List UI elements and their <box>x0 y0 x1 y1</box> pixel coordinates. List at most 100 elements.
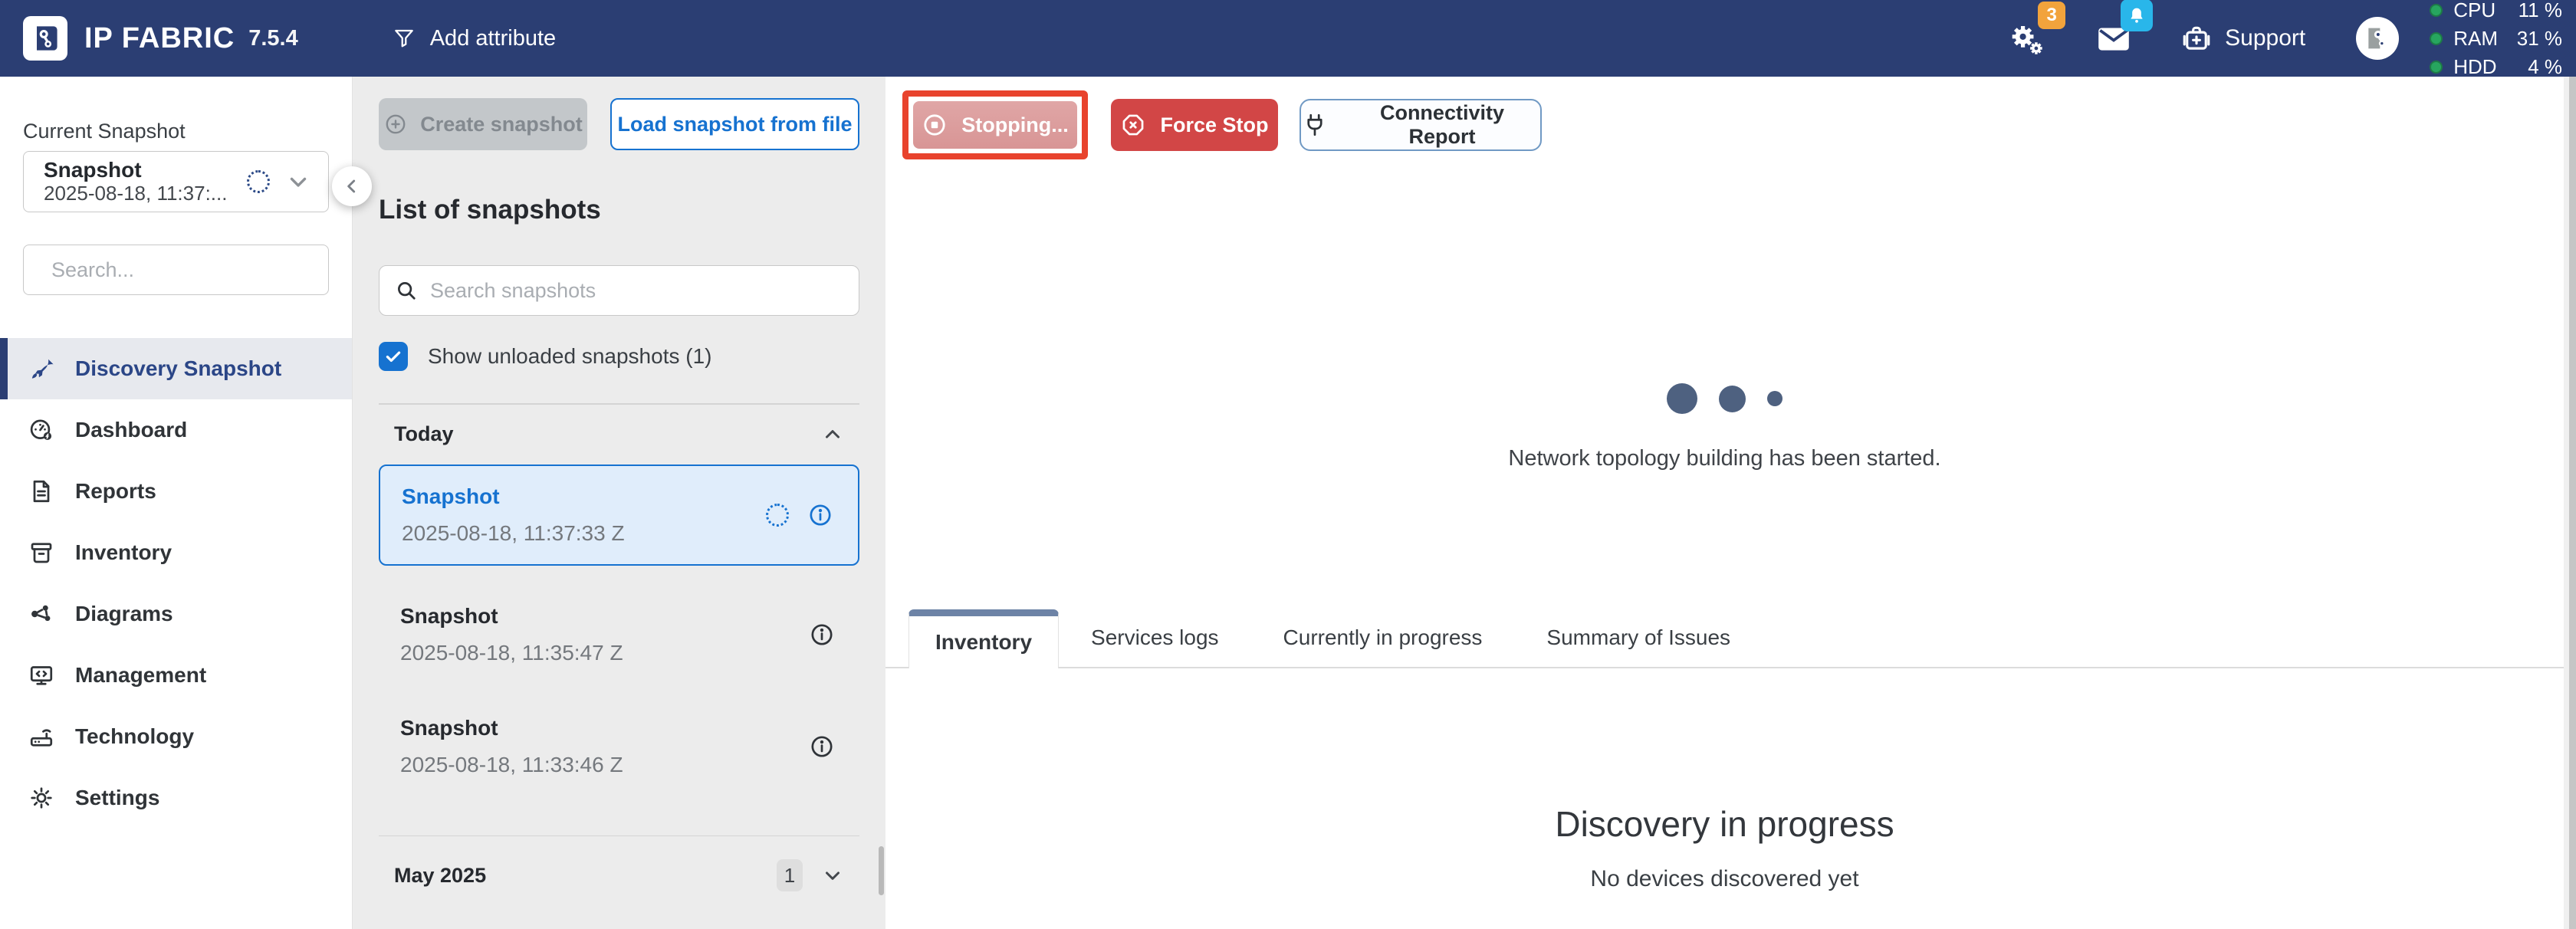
support-label: Support <box>2225 25 2305 51</box>
sidebar-item-label: Reports <box>75 479 156 504</box>
notifications-button[interactable] <box>2095 19 2133 57</box>
group-header-today[interactable]: Today <box>379 409 859 460</box>
sidebar-item-label: Diagrams <box>75 602 173 626</box>
support-button[interactable]: Support <box>2180 22 2305 54</box>
show-unloaded-label: Show unloaded snapshots (1) <box>428 344 711 369</box>
discovery-tabs: Inventory Services logs Currently in pro… <box>886 609 2564 668</box>
tab-currently-in-progress[interactable]: Currently in progress <box>1251 608 1515 667</box>
empty-state-title: Discovery in progress <box>886 803 2564 845</box>
topology-status-message: Network topology building has been start… <box>886 446 2564 471</box>
sidebar-item-label: Settings <box>75 786 159 810</box>
sidebar-item-diagrams[interactable]: Diagrams <box>0 583 352 645</box>
sidebar-item-inventory[interactable]: Inventory <box>0 522 352 583</box>
sidebar-item-management[interactable]: Management <box>0 645 352 706</box>
cpu-label: CPU <box>2453 0 2498 22</box>
ipfabric-logo[interactable] <box>23 16 67 61</box>
tab-label: Services logs <box>1091 625 1219 650</box>
stopping-label: Stopping... <box>961 113 1068 137</box>
force-stop-label: Force Stop <box>1160 113 1268 137</box>
system-settings-button[interactable]: 3 <box>2007 18 2047 58</box>
sidebar-item-settings[interactable]: Settings <box>0 767 352 829</box>
sidebar-item-dashboard[interactable]: Dashboard <box>0 399 352 461</box>
connectivity-report-button[interactable]: Connectivity Report <box>1300 99 1542 151</box>
tab-inventory[interactable]: Inventory <box>909 609 1059 668</box>
loading-spinner-icon <box>247 170 270 193</box>
tab-label: Inventory <box>935 630 1032 655</box>
tab-summary-of-issues[interactable]: Summary of Issues <box>1514 608 1763 667</box>
info-icon[interactable] <box>809 734 835 760</box>
archive-box-icon <box>28 539 55 566</box>
loading-spinner-icon <box>766 504 789 527</box>
sidebar-item-label: Dashboard <box>75 418 187 442</box>
snapshot-list-panel: Create snapshot Load snapshot from file … <box>353 77 886 929</box>
sidebar-search <box>23 245 329 295</box>
info-icon[interactable] <box>807 502 833 528</box>
gear-icon <box>28 784 55 812</box>
snapshot-item-timestamp: 2025-08-18, 11:33:46 Z <box>400 753 838 777</box>
avatar-logo-icon <box>2362 23 2393 54</box>
discovery-actions: Stopping... Force Stop Connectivity Repo… <box>902 90 1542 159</box>
search-icon <box>395 279 418 302</box>
tab-services-logs[interactable]: Services logs <box>1059 608 1251 667</box>
checkbox-checked-icon[interactable] <box>379 342 408 371</box>
sidebar-item-reports[interactable]: Reports <box>0 461 352 522</box>
snapshot-list-item[interactable]: Snapshot 2025-08-18, 11:37:33 Z <box>379 464 859 566</box>
sidebar: Current Snapshot Snapshot 2025-08-18, 11… <box>0 77 353 929</box>
cpu-status-dot <box>2430 4 2443 17</box>
hdd-status-dot <box>2430 61 2443 74</box>
snapshot-item-timestamp: 2025-08-18, 11:35:47 Z <box>400 641 838 665</box>
load-snapshot-button[interactable]: Load snapshot from file <box>610 98 859 150</box>
sidebar-item-technology[interactable]: Technology <box>0 706 352 767</box>
panel-scrollbar-thumb[interactable] <box>879 846 884 895</box>
snapshot-search-input[interactable] <box>430 279 843 303</box>
add-attribute-label: Add attribute <box>430 26 556 51</box>
group-header-may-2025[interactable]: May 2025 1 <box>379 850 859 901</box>
chevron-down-icon[interactable] <box>821 864 844 887</box>
main-content: Stopping... Force Stop Connectivity Repo… <box>886 77 2576 929</box>
page-scrollbar[interactable] <box>2564 77 2576 929</box>
tab-label: Summary of Issues <box>1546 625 1730 650</box>
stopping-button[interactable]: Stopping... <box>913 101 1077 149</box>
current-snapshot-label: Current Snapshot <box>23 120 329 143</box>
monitor-code-icon <box>28 661 55 689</box>
force-stop-button[interactable]: Force Stop <box>1111 99 1278 151</box>
check-icon <box>383 346 403 366</box>
filter-funnel-icon <box>392 26 416 51</box>
info-icon[interactable] <box>809 622 835 648</box>
sidebar-item-label: Inventory <box>75 540 172 565</box>
create-snapshot-button[interactable]: Create snapshot <box>379 98 587 150</box>
add-attribute-button[interactable]: Add attribute <box>392 26 556 51</box>
bell-icon <box>2126 5 2147 26</box>
ram-status-dot <box>2430 32 2443 45</box>
hdd-label: HDD <box>2453 55 2498 79</box>
sidebar-collapse-button[interactable] <box>332 166 372 206</box>
connectivity-report-label: Connectivity Report <box>1344 101 1540 149</box>
rocket-icon <box>28 355 55 382</box>
bell-badge <box>2121 0 2153 31</box>
create-snapshot-label: Create snapshot <box>420 113 583 136</box>
plug-icon <box>1301 111 1329 139</box>
page-scrollbar-thumb[interactable] <box>2569 77 2576 929</box>
snapshot-list-item[interactable]: Snapshot 2025-08-18, 11:35:47 Z <box>379 586 859 684</box>
sidebar-item-discovery-snapshot[interactable]: Discovery Snapshot <box>0 338 352 399</box>
show-unloaded-toggle[interactable]: Show unloaded snapshots (1) <box>379 342 859 371</box>
empty-state-subtitle: No devices discovered yet <box>886 866 2564 892</box>
user-avatar[interactable] <box>2356 17 2399 60</box>
plus-circle-icon <box>383 112 408 136</box>
snapshot-search <box>379 265 859 316</box>
header-right-cluster: 3 Support <box>2007 0 2576 79</box>
group-label: May 2025 <box>394 864 486 888</box>
sidebar-item-label: Discovery Snapshot <box>75 356 281 381</box>
snapshot-selector-dropdown[interactable]: Snapshot 2025-08-18, 11:37:... <box>23 151 329 212</box>
selected-snapshot-timestamp: 2025-08-18, 11:37:... <box>44 182 227 205</box>
divider <box>379 403 859 405</box>
chevron-left-icon <box>342 176 362 196</box>
stopping-button-highlight: Stopping... <box>902 90 1088 159</box>
loading-dots-icon <box>886 382 2564 415</box>
chevron-up-icon[interactable] <box>821 423 844 446</box>
snapshot-list-item[interactable]: Snapshot 2025-08-18, 11:33:46 Z <box>379 698 859 796</box>
brand-name: IP FABRIC <box>84 22 235 55</box>
sidebar-search-input[interactable] <box>51 258 323 282</box>
network-graph-icon <box>28 600 55 628</box>
ram-label: RAM <box>2453 27 2498 51</box>
